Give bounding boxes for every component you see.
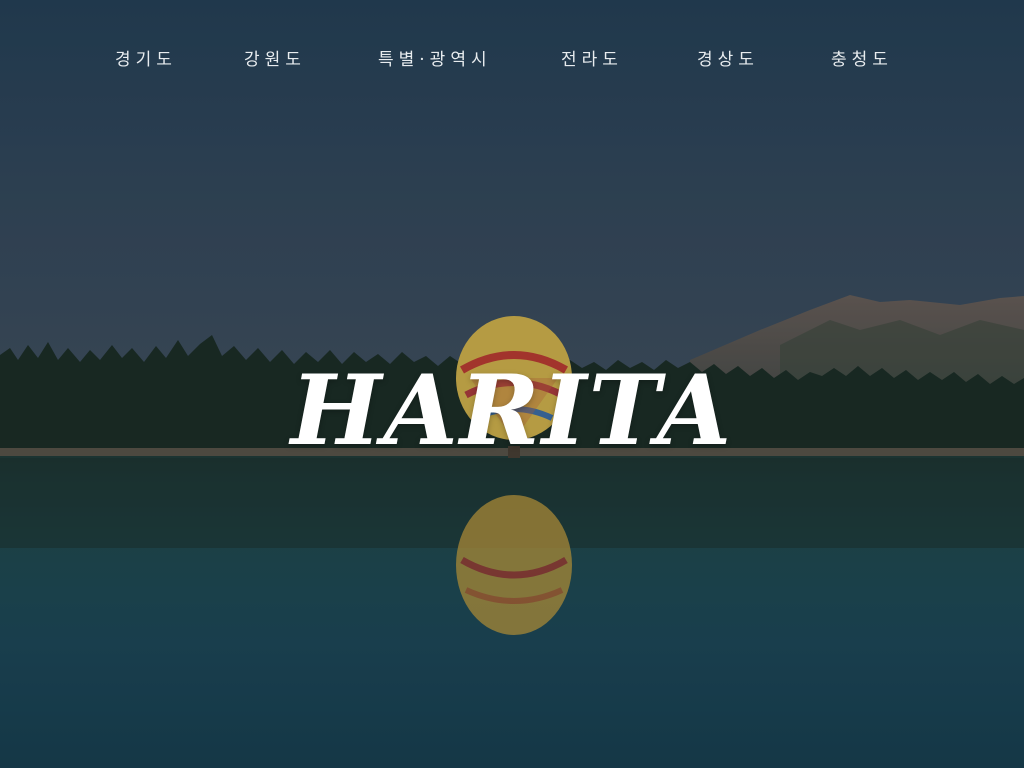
nav-item-gyeongsang[interactable]: 경상도 [697, 44, 759, 76]
nav-item-gangwon[interactable]: 강원도 [244, 44, 306, 76]
nav-item-metropolitan-cities[interactable]: 특별·광역시 [378, 44, 492, 76]
main-nav: 경기도 강원도 특별·광역시 전라도 경상도 충청도 [0, 44, 1024, 76]
nav-item-chungcheong[interactable]: 충청도 [831, 44, 893, 76]
hero-title: HARITA [290, 354, 734, 468]
hero-section: 경기도 강원도 특별·광역시 전라도 경상도 충청도 HARITA [0, 0, 1024, 768]
nav-item-gyeonggi[interactable]: 경기도 [115, 44, 177, 76]
nav-item-jeolla[interactable]: 전라도 [561, 44, 623, 76]
